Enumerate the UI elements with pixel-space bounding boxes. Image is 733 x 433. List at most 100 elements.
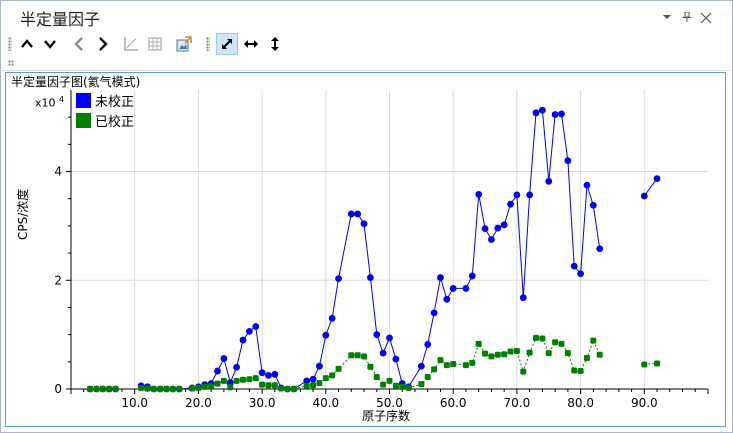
series-1-point [99,386,106,392]
series-1-point [386,377,393,384]
chart-plot[interactable]: 10.0 20.0 30.0 40.0 50.0 60.0 70.0 80.0 90.0024 [0,0,733,433]
series-1-point [322,375,329,382]
series-0-point [532,109,540,117]
series-1-point [641,361,648,368]
series-1-point [214,380,221,387]
chart-title: 半定量因子图(氦气模式) [11,75,141,89]
series-1-point [195,384,202,391]
series-0-point [494,224,502,232]
series-0-point [316,362,323,370]
series-0-point [468,272,476,280]
series-1-point [169,386,176,392]
series-0-point [538,106,546,114]
series-0-point [335,275,342,283]
series-0-point [653,175,661,183]
legend-label-corrected: 已校正 [95,114,135,130]
series-0-point [379,349,387,357]
series-1-point [303,382,310,389]
series-0-point [417,362,425,370]
series-1-point [437,357,444,364]
series-1-point [239,376,246,383]
legend-item-uncorrected[interactable]: 未校正 [76,90,134,110]
series-0-point [239,336,247,344]
series-0-point [430,309,438,317]
series-1-point [488,353,495,360]
series-1-point [163,386,170,392]
x-axis-label: 原子序数 [362,409,411,423]
series-0-point [570,262,578,270]
series-1-point [93,386,100,392]
series-1-point [507,348,514,355]
series-1-point [545,350,552,357]
series-0-point [583,181,591,189]
series-1-point [201,383,208,390]
legend-swatch-uncorrected [76,92,91,108]
chart-legend: 未校正 已校正 [76,90,134,130]
series-1-point [367,363,374,370]
series-1-point [252,375,259,382]
x-tick-label: 40.0 [312,396,339,410]
legend-item-corrected[interactable]: 已校正 [76,110,134,130]
series-0-point [328,314,336,322]
y-multiplier-exp: 4 [59,95,65,104]
series-1-point [316,380,323,387]
series-1-point [144,385,151,392]
series-0-point [488,236,495,243]
series-1-point [424,374,431,381]
series-1-point [494,351,501,358]
series-1-point [571,367,578,374]
series-1-point [526,349,533,356]
series-0-point [577,270,584,278]
series-1-point [552,339,559,346]
series-1-point [138,384,145,391]
series-0-point [443,295,451,303]
y-tick-label: 2 [54,273,62,287]
x-tick-label: 10.0 [121,396,148,410]
series-0-point [640,192,648,200]
series-1-point [654,360,661,367]
series-1-point [501,351,508,358]
series-0-point [507,200,514,208]
series-1-point [87,386,94,392]
x-tick-label: 70.0 [504,396,531,410]
series-0-point [347,210,355,218]
series-0-point [545,177,553,185]
series-1-point [112,386,119,392]
series-0-point [214,367,221,375]
series-1-point [335,365,342,372]
series-1-point [533,334,540,341]
series-0-point [589,201,597,209]
series-1-point [373,374,380,381]
series-1-point [106,386,113,392]
series-0-point [558,110,565,118]
series-0-point [252,323,260,330]
series-0-point [449,285,457,292]
x-tick-label: 80.0 [567,396,594,410]
legend-swatch-corrected [76,112,91,128]
series-0-point [354,210,362,218]
series-1-point [284,386,291,392]
series-1-point [583,355,590,362]
series-1-point [539,335,546,342]
series-1-point [227,384,234,391]
x-tick-label: 90.0 [631,396,658,410]
series-1-point [208,383,215,390]
series-1-point [475,340,482,347]
series-1-point [443,362,450,369]
y-tick-label: 4 [54,165,62,179]
series-0-point [322,331,330,339]
series-0-point [481,225,489,233]
x-tick-label: 20.0 [185,396,212,410]
series-1-point [564,350,571,357]
series-0-point [373,331,381,339]
series-1-point [348,352,355,359]
legend-label-uncorrected: 未校正 [95,94,135,110]
series-1-point [450,360,457,367]
series-0-point [245,327,253,335]
series-0-point [519,294,527,302]
series-1-point [354,352,361,359]
series-1-point [577,368,584,375]
y-multiplier: x10 4 [35,95,64,110]
series-0-point [475,190,483,198]
series-1-point [220,377,227,384]
